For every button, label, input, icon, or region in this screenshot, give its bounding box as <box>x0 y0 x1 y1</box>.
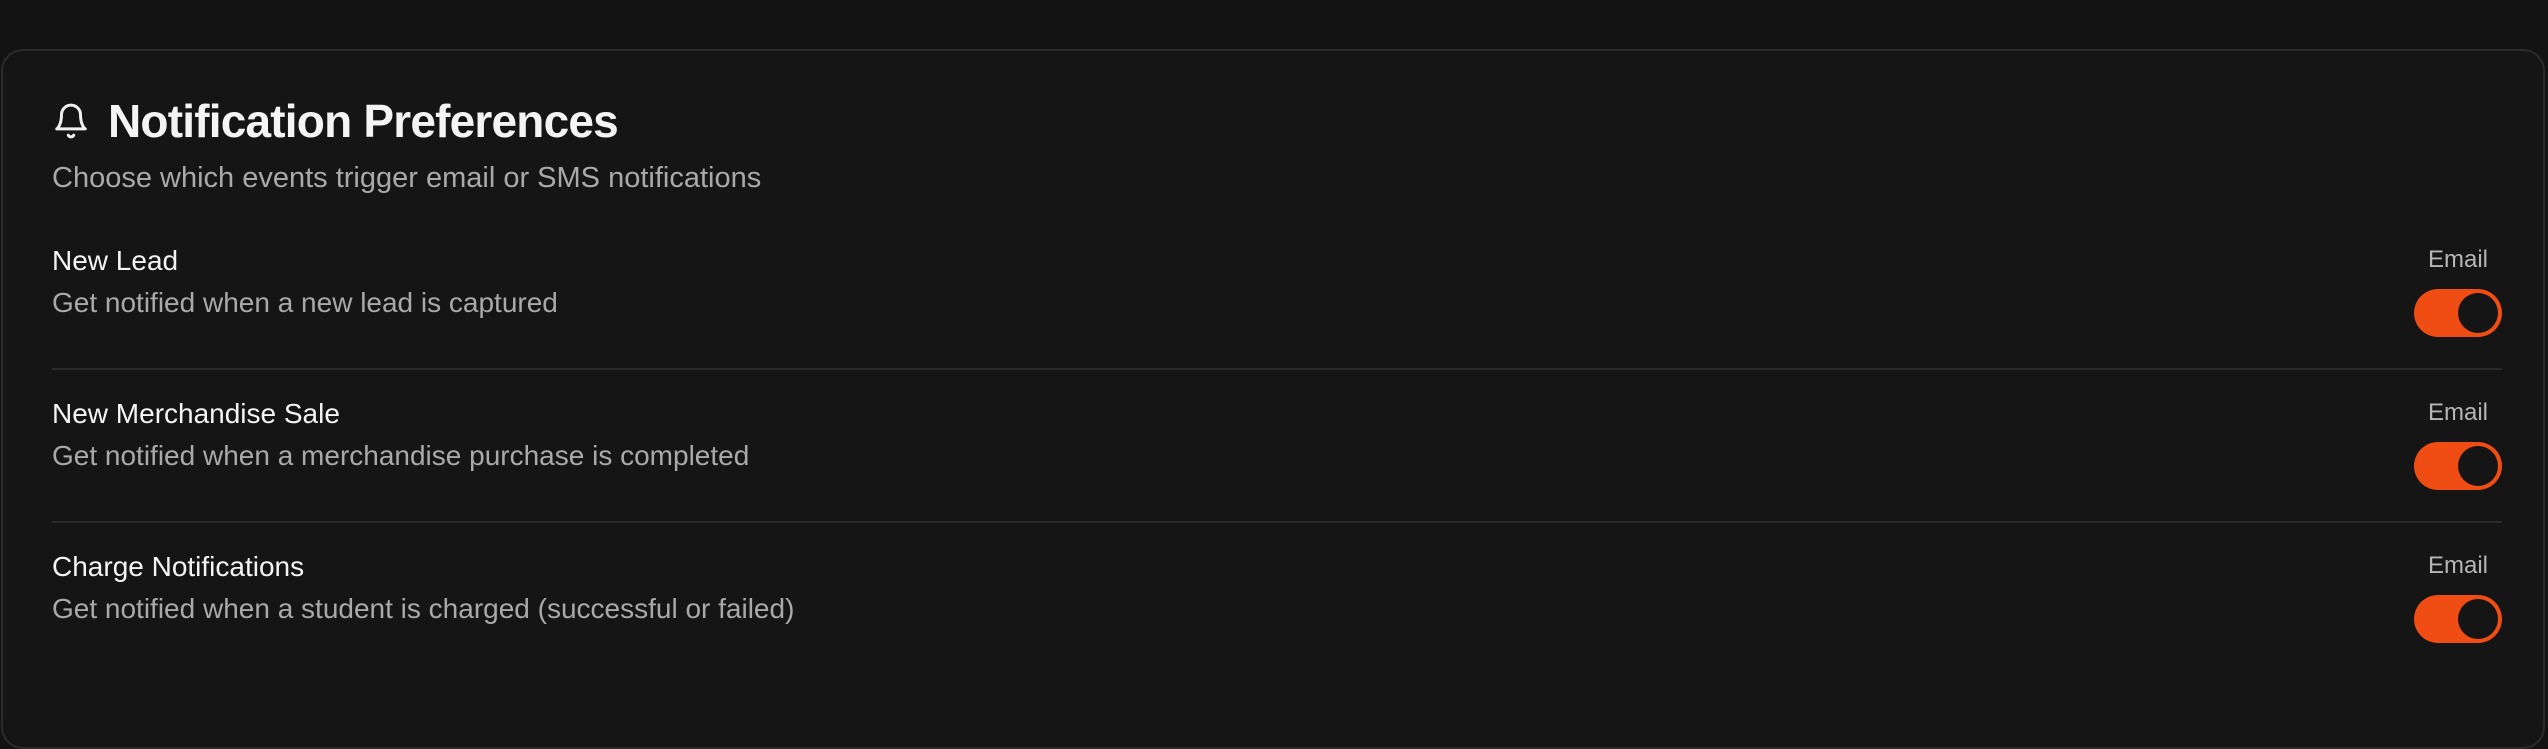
toggle-knob <box>2458 445 2498 486</box>
toggle-knob <box>2458 598 2498 639</box>
row-divider <box>52 521 2502 523</box>
email-toggle[interactable] <box>2414 288 2502 337</box>
notification-description: Get notified when a student is charged (… <box>52 593 795 624</box>
page-subtitle: Choose which events trigger email or SMS… <box>52 162 762 194</box>
email-channel: Email <box>2414 246 2502 337</box>
notification-title: New Merchandise Sale <box>52 398 340 429</box>
notification-preferences-card: Notification Preferences Choose which ev… <box>1 49 2545 749</box>
toggle-knob <box>2458 292 2498 333</box>
notification-title: Charge Notifications <box>52 551 305 582</box>
card-header: Notification Preferences <box>52 95 619 147</box>
notification-row-new-lead: New Lead Get notified when a new lead is… <box>52 244 2502 396</box>
row-divider <box>52 368 2502 370</box>
bell-icon <box>55 103 87 139</box>
notification-title: New Lead <box>52 245 179 276</box>
notification-description: Get notified when a new lead is captured <box>52 287 558 318</box>
channel-label: Email <box>2427 399 2488 426</box>
notification-row-charge-notifications: Charge Notifications Get notified when a… <box>52 550 2502 702</box>
notification-description: Get notified when a merchandise purchase… <box>52 440 750 471</box>
notification-row-new-merchandise-sale: New Merchandise Sale Get notified when a… <box>52 397 2502 549</box>
email-toggle[interactable] <box>2414 594 2502 643</box>
email-channel: Email <box>2414 399 2502 490</box>
email-toggle[interactable] <box>2414 441 2502 490</box>
channel-label: Email <box>2427 246 2488 273</box>
page-title: Notification Preferences <box>108 95 619 147</box>
channel-label: Email <box>2427 552 2488 579</box>
email-channel: Email <box>2414 552 2502 643</box>
